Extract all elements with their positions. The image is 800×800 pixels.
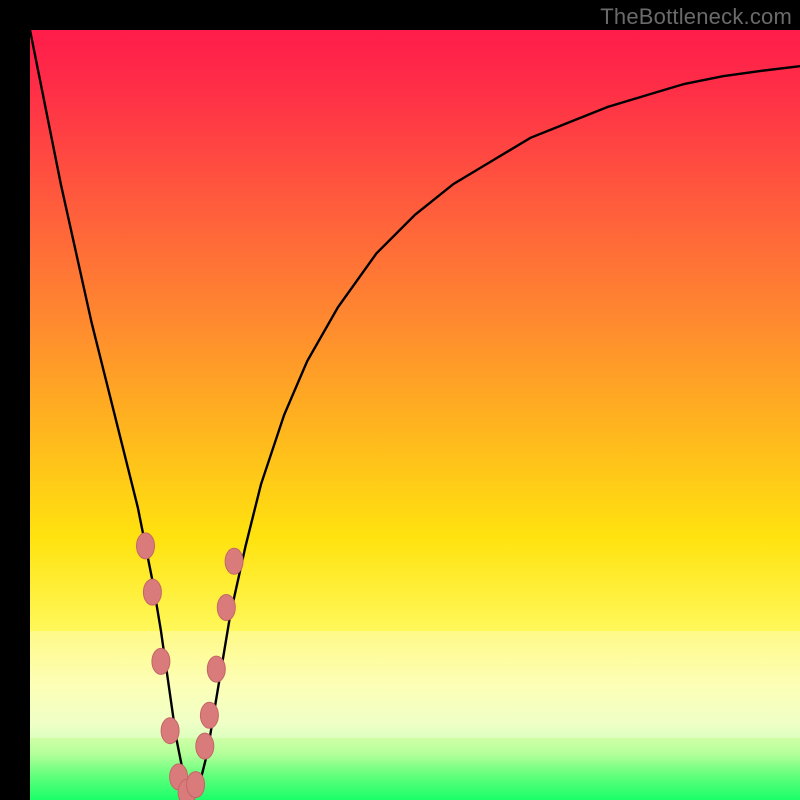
marker-point [143,579,161,605]
marker-point [187,772,205,798]
chart-frame: TheBottleneck.com [0,0,800,800]
marker-point [152,648,170,674]
marker-point [161,718,179,744]
bottleneck-curve [30,30,800,796]
marker-point [196,733,214,759]
marker-point [225,548,243,574]
plot-area [30,30,800,800]
watermark-text: TheBottleneck.com [600,4,792,30]
curve-layer [30,30,800,800]
marker-point [217,595,235,621]
marker-point [207,656,225,682]
marker-point [137,533,155,559]
highlight-markers [137,533,244,800]
marker-point [200,702,218,728]
